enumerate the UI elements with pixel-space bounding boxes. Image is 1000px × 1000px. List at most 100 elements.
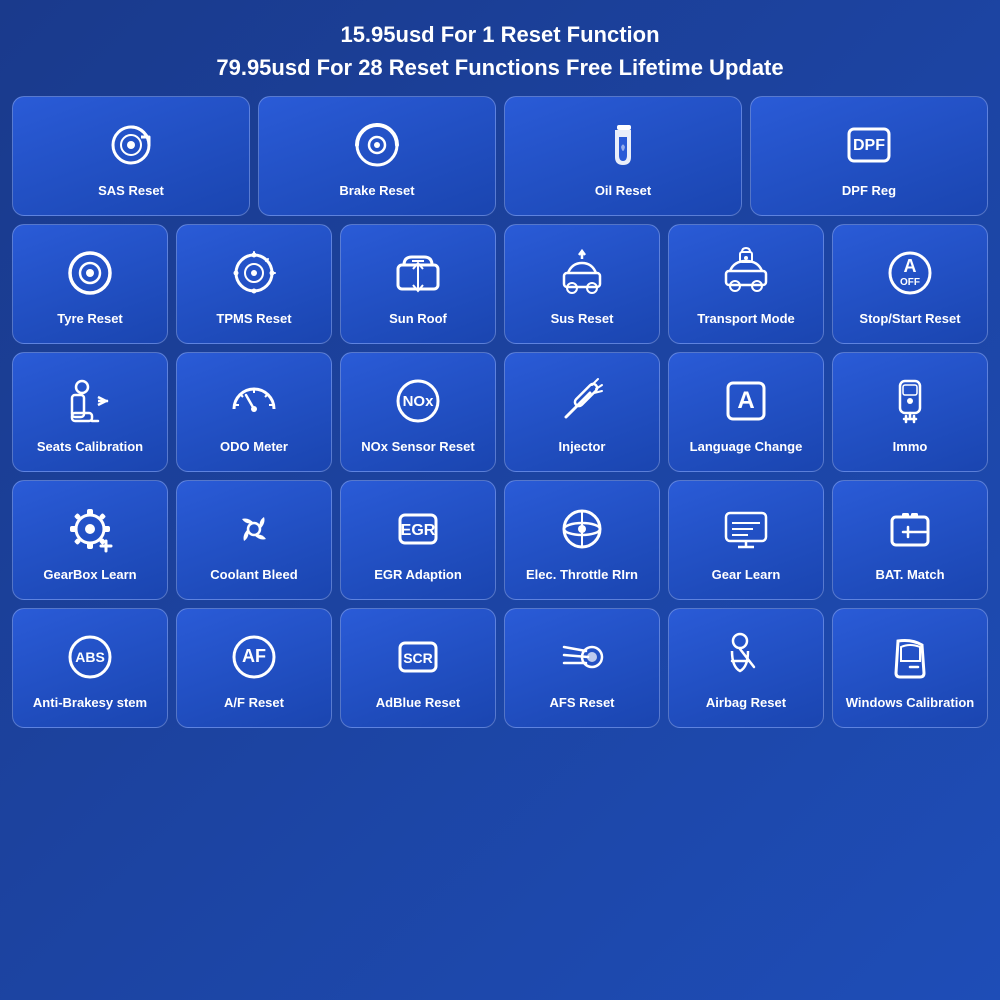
nox-sensor-reset[interactable]: NOx NOx Sensor Reset xyxy=(340,352,496,472)
elec-throttle[interactable]: Elec. Throttle RIrn xyxy=(504,480,660,600)
svg-text:DPF: DPF xyxy=(853,137,885,154)
grid-row-1: SAS Reset Brake Reset xyxy=(12,96,988,216)
header: 15.95usd For 1 Reset Function 79.95usd F… xyxy=(12,10,988,96)
seats-label: Seats Calibration xyxy=(37,439,143,456)
sus-icon xyxy=(552,243,612,303)
nox-icon: NOx xyxy=(388,371,448,431)
immo-label: Immo xyxy=(893,439,928,456)
windows-calibration[interactable]: Windows Calibration xyxy=(832,608,988,728)
af-reset[interactable]: AF A/F Reset xyxy=(176,608,332,728)
egr-label: EGR Adaption xyxy=(374,567,462,584)
brake-icon xyxy=(347,115,407,175)
svg-text:NOx: NOx xyxy=(403,393,435,410)
brake-label: Brake Reset xyxy=(339,183,414,200)
afs-reset[interactable]: AFS Reset xyxy=(504,608,660,728)
immo[interactable]: Immo xyxy=(832,352,988,472)
bat-icon xyxy=(880,499,940,559)
injector[interactable]: Injector xyxy=(504,352,660,472)
svg-text:A: A xyxy=(737,387,754,414)
airbag-icon xyxy=(716,627,776,687)
grid-row-3: Seats Calibration ODO Meter xyxy=(12,352,988,472)
egr-adaption[interactable]: EGR EGR Adaption xyxy=(340,480,496,600)
grid-row-5: ABS Anti-Brakesy stem AF A/F Reset SCR xyxy=(12,608,988,728)
immo-icon xyxy=(880,371,940,431)
injector-icon xyxy=(552,371,612,431)
injector-label: Injector xyxy=(559,439,606,456)
svg-text:ABS: ABS xyxy=(75,649,105,665)
adblue-reset[interactable]: SCR AdBlue Reset xyxy=(340,608,496,728)
seats-calibration[interactable]: Seats Calibration xyxy=(12,352,168,472)
stop-start-reset[interactable]: A OFF Stop/Start Reset xyxy=(832,224,988,344)
odo-label: ODO Meter xyxy=(220,439,288,456)
gear-learn[interactable]: Gear Learn xyxy=(668,480,824,600)
sas-reset[interactable]: SAS Reset xyxy=(12,96,250,216)
coolant-label: Coolant Bleed xyxy=(210,567,297,584)
windows-label: Windows Calibration xyxy=(846,695,974,712)
afs-icon xyxy=(552,627,612,687)
stopstart-icon: A OFF xyxy=(880,243,940,303)
gearbox-learn[interactable]: GearBox Learn xyxy=(12,480,168,600)
svg-text:AF: AF xyxy=(242,646,266,666)
tpms-reset[interactable]: TPMS Reset xyxy=(176,224,332,344)
page-wrapper: 15.95usd For 1 Reset Function 79.95usd F… xyxy=(0,0,1000,1000)
tpms-icon xyxy=(224,243,284,303)
abs-label: Anti-Brakesy stem xyxy=(33,695,147,712)
grid-row-4: GearBox Learn Coolant Bleed EGR xyxy=(12,480,988,600)
odo-icon xyxy=(224,371,284,431)
gearbox-label: GearBox Learn xyxy=(43,567,136,584)
language-icon: A xyxy=(716,371,776,431)
coolant-bleed[interactable]: Coolant Bleed xyxy=(176,480,332,600)
transport-mode[interactable]: Transport Mode xyxy=(668,224,824,344)
af-label: A/F Reset xyxy=(224,695,284,712)
transport-label: Transport Mode xyxy=(697,311,795,328)
odo-meter[interactable]: ODO Meter xyxy=(176,352,332,472)
svg-text:A: A xyxy=(904,256,917,276)
coolant-icon xyxy=(224,499,284,559)
bat-label: BAT. Match xyxy=(875,567,944,584)
svg-text:EGR: EGR xyxy=(401,522,436,539)
egr-icon: EGR xyxy=(388,499,448,559)
gearbox-icon xyxy=(60,499,120,559)
sus-reset[interactable]: Sus Reset xyxy=(504,224,660,344)
tyre-icon xyxy=(60,243,120,303)
windows-icon xyxy=(880,627,940,687)
gear-icon xyxy=(716,499,776,559)
sunroof-label: Sun Roof xyxy=(389,311,447,328)
nox-label: NOx Sensor Reset xyxy=(361,439,474,456)
stopstart-label: Stop/Start Reset xyxy=(859,311,960,328)
dpf-reg[interactable]: DPF DPF Reg xyxy=(750,96,988,216)
bat-match[interactable]: BAT. Match xyxy=(832,480,988,600)
svg-text:OFF: OFF xyxy=(900,277,920,288)
adblue-label: AdBlue Reset xyxy=(376,695,461,712)
dpf-label: DPF Reg xyxy=(842,183,896,200)
sus-label: Sus Reset xyxy=(551,311,614,328)
af-icon: AF xyxy=(224,627,284,687)
oil-icon xyxy=(593,115,653,175)
airbag-reset[interactable]: Airbag Reset xyxy=(668,608,824,728)
sun-roof[interactable]: Sun Roof xyxy=(340,224,496,344)
gear-label: Gear Learn xyxy=(712,567,781,584)
throttle-icon xyxy=(552,499,612,559)
anti-brake[interactable]: ABS Anti-Brakesy stem xyxy=(12,608,168,728)
seats-icon xyxy=(60,371,120,431)
svg-text:SCR: SCR xyxy=(403,650,433,666)
tpms-label: TPMS Reset xyxy=(216,311,291,328)
sas-label: SAS Reset xyxy=(98,183,164,200)
transport-icon xyxy=(716,243,776,303)
language-change[interactable]: A Language Change xyxy=(668,352,824,472)
header-title: 15.95usd For 1 Reset Function 79.95usd F… xyxy=(12,18,988,84)
abs-icon: ABS xyxy=(60,627,120,687)
brake-reset[interactable]: Brake Reset xyxy=(258,96,496,216)
sunroof-icon xyxy=(388,243,448,303)
throttle-label: Elec. Throttle RIrn xyxy=(526,567,638,584)
dpf-icon: DPF xyxy=(839,115,899,175)
sas-icon xyxy=(101,115,161,175)
afs-label: AFS Reset xyxy=(549,695,614,712)
tyre-reset[interactable]: Tyre Reset xyxy=(12,224,168,344)
grid-row-2: Tyre Reset TPMS Reset xyxy=(12,224,988,344)
adblue-icon: SCR xyxy=(388,627,448,687)
language-label: Language Change xyxy=(690,439,803,456)
oil-label: Oil Reset xyxy=(595,183,651,200)
tyre-label: Tyre Reset xyxy=(57,311,123,328)
oil-reset[interactable]: Oil Reset xyxy=(504,96,742,216)
